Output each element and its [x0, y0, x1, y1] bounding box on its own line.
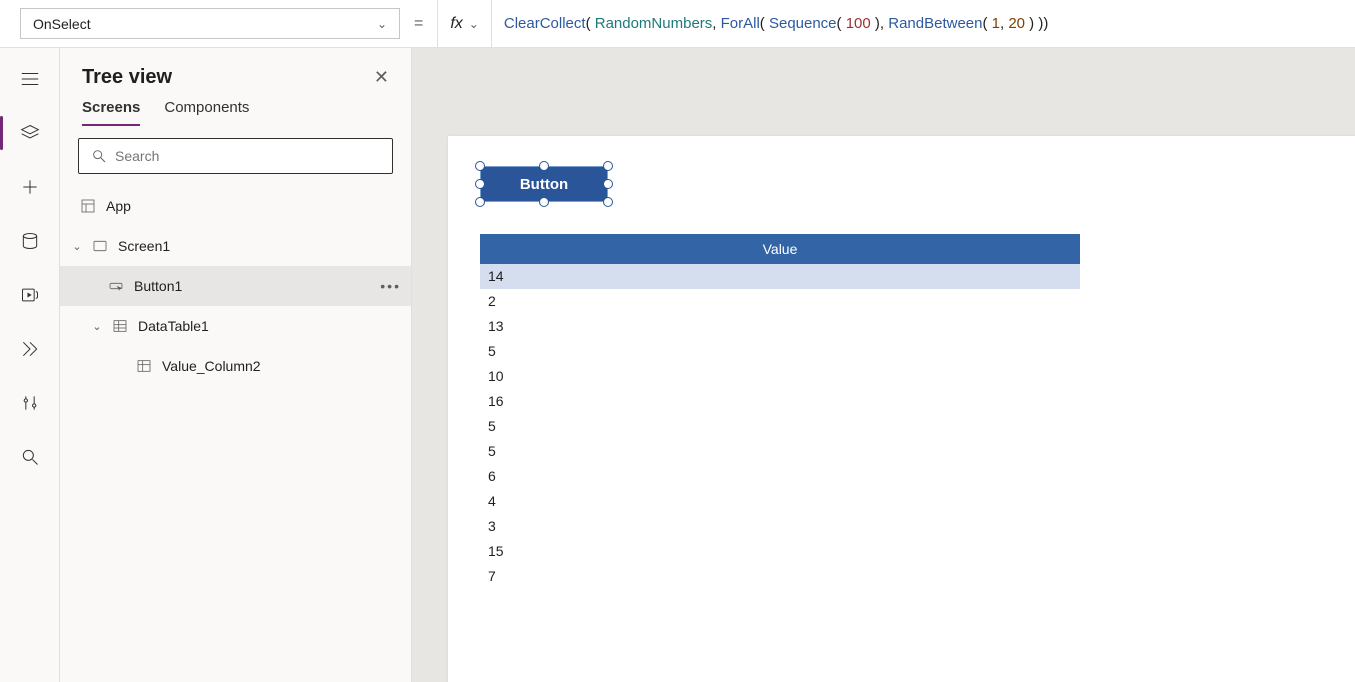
button-label: Button: [520, 176, 568, 193]
tree-item-label: Value_Column2: [162, 358, 261, 374]
chevron-down-icon: ⌄: [70, 240, 84, 253]
column-icon: [134, 358, 154, 374]
table-row[interactable]: 5: [480, 414, 1080, 439]
close-icon[interactable]: ✕: [374, 67, 389, 88]
media-icon[interactable]: [10, 282, 50, 308]
tab-screens[interactable]: Screens: [82, 99, 140, 126]
canvas-area[interactable]: Button Value 142135101655643157: [412, 48, 1355, 682]
tree-item-value-column2[interactable]: Value_Column2: [60, 346, 411, 386]
search-input[interactable]: [78, 138, 393, 174]
tree-title: Tree view: [82, 66, 172, 89]
search-icon[interactable]: [10, 444, 50, 470]
tree-item-label: App: [106, 198, 131, 214]
table-row[interactable]: 13: [480, 314, 1080, 339]
insert-icon[interactable]: [10, 174, 50, 200]
resize-handle[interactable]: [603, 161, 613, 171]
table-row[interactable]: 5: [480, 339, 1080, 364]
resize-handle[interactable]: [475, 179, 485, 189]
screen-icon: [90, 238, 110, 254]
settings-icon[interactable]: [10, 390, 50, 416]
app-icon: [78, 198, 98, 214]
tree-item-screen1[interactable]: ⌄ Screen1: [60, 226, 411, 266]
tab-components[interactable]: Components: [164, 99, 249, 126]
resize-handle[interactable]: [475, 197, 485, 207]
screen-canvas[interactable]: Button Value 142135101655643157: [448, 136, 1355, 682]
datatable-icon: [110, 318, 130, 334]
table-row[interactable]: 14: [480, 264, 1080, 289]
table-row[interactable]: 10: [480, 364, 1080, 389]
resize-handle[interactable]: [603, 197, 613, 207]
equals-label: =: [400, 0, 437, 47]
table-row[interactable]: 7: [480, 564, 1080, 589]
property-selector-value: OnSelect: [33, 16, 91, 32]
tree-item-label: Button1: [134, 278, 182, 294]
more-icon[interactable]: •••: [380, 278, 401, 294]
chevron-down-icon: ⌄: [377, 17, 387, 31]
fx-button[interactable]: fx ⌄: [437, 0, 492, 47]
search-icon: [91, 148, 107, 164]
tree-item-label: DataTable1: [138, 318, 209, 334]
table-row[interactable]: 15: [480, 539, 1080, 564]
power-automate-icon[interactable]: [10, 336, 50, 362]
tree-item-datatable1[interactable]: ⌄ DataTable1: [60, 306, 411, 346]
tree-item-app[interactable]: App: [60, 186, 411, 226]
resize-handle[interactable]: [603, 179, 613, 189]
table-row[interactable]: 5: [480, 439, 1080, 464]
canvas-button1[interactable]: Button: [480, 166, 608, 202]
resize-handle[interactable]: [539, 161, 549, 171]
tree-panel: Tree view ✕ Screens Components App ⌄ Scr…: [60, 48, 412, 682]
tree-item-button1[interactable]: Button1 •••: [60, 266, 411, 306]
resize-handle[interactable]: [475, 161, 485, 171]
property-selector[interactable]: OnSelect ⌄: [20, 8, 400, 39]
tree-view-icon[interactable]: [10, 120, 50, 146]
chevron-down-icon: ⌄: [90, 320, 104, 333]
left-rail: [0, 48, 60, 682]
resize-handle[interactable]: [539, 197, 549, 207]
datatable-header[interactable]: Value: [480, 234, 1080, 264]
data-icon[interactable]: [10, 228, 50, 254]
table-row[interactable]: 2: [480, 289, 1080, 314]
formula-input[interactable]: ClearCollect( RandomNumbers, ForAll( Seq…: [492, 0, 1355, 47]
table-row[interactable]: 16: [480, 389, 1080, 414]
fx-label: fx: [450, 15, 462, 33]
button-icon: [106, 278, 126, 294]
tree-list: App ⌄ Screen1 Button1 ••• ⌄ DataTable1 V…: [60, 186, 411, 682]
chevron-down-icon: ⌄: [469, 17, 479, 31]
table-row[interactable]: 6: [480, 464, 1080, 489]
hamburger-icon[interactable]: [10, 66, 50, 92]
table-row[interactable]: 3: [480, 514, 1080, 539]
tree-item-label: Screen1: [118, 238, 170, 254]
formula-bar: OnSelect ⌄ = fx ⌄ ClearCollect( RandomNu…: [0, 0, 1355, 48]
search-field[interactable]: [115, 148, 380, 164]
canvas-datatable1[interactable]: Value 142135101655643157: [480, 234, 1080, 589]
table-row[interactable]: 4: [480, 489, 1080, 514]
